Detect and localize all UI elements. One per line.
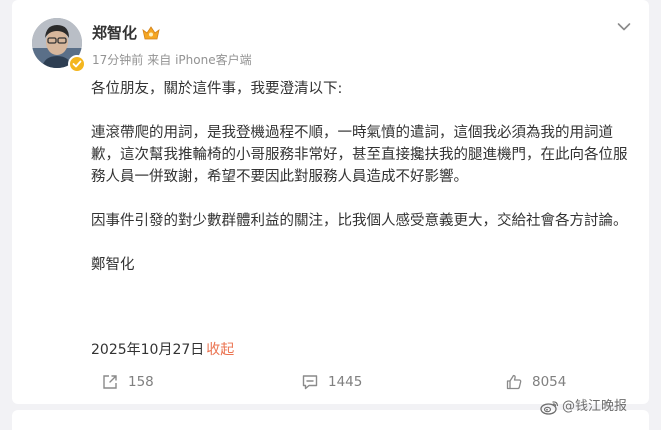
- crown-icon[interactable]: [141, 24, 161, 42]
- post-paragraph: 各位朋友，關於這件事，我要澄清以下:: [91, 81, 343, 97]
- collapse-link[interactable]: 收起: [206, 342, 234, 358]
- chevron-down-icon[interactable]: [617, 17, 631, 31]
- post-date-row: 2025年10月27日 收起: [91, 340, 234, 360]
- watermark: @钱江晚报: [540, 398, 627, 416]
- post-paragraph: 因事件引發的對少數群體利益的關注，比我個人感受意義更大，交給社會各方討論。: [91, 213, 628, 229]
- weibo-post-card: 郑智化 17分钟前 来自 iPhone客户端 各位朋友，關於這件事，我要澄清以下:…: [12, 0, 649, 404]
- like-count: 8054: [532, 374, 567, 390]
- post-signature: 鄭智化: [91, 257, 135, 273]
- repost-button[interactable]: 158: [101, 372, 154, 392]
- post-time[interactable]: 17分钟前: [92, 53, 143, 67]
- comment-count: 1445: [328, 374, 363, 390]
- post-content: 各位朋友，關於這件事，我要澄清以下: 連滾帶爬的用詞，是我登機過程不順，一時氣憤…: [91, 78, 631, 298]
- weibo-logo-icon: [540, 401, 559, 415]
- verified-badge-icon: [68, 55, 86, 73]
- comment-button[interactable]: 1445: [301, 372, 362, 392]
- repost-icon: [103, 375, 117, 389]
- watermark-text: @钱江晚报: [562, 399, 628, 414]
- action-bar: 158 1445 8054: [12, 368, 649, 396]
- post-source: 来自 iPhone客户端: [147, 53, 252, 67]
- post-date: 2025年10月27日: [91, 342, 205, 358]
- repost-count: 158: [128, 374, 154, 390]
- post-meta: 17分钟前 来自 iPhone客户端: [92, 52, 252, 68]
- author-name[interactable]: 郑智化: [92, 23, 137, 43]
- post-paragraph: 連滾帶爬的用詞，是我登機過程不順，一時氣憤的遣詞，這個我必須為我的用詞道歉，這次…: [91, 125, 628, 185]
- thumbs-up-icon: [506, 374, 522, 390]
- comment-icon: [302, 375, 318, 390]
- like-button[interactable]: 8054: [505, 372, 566, 392]
